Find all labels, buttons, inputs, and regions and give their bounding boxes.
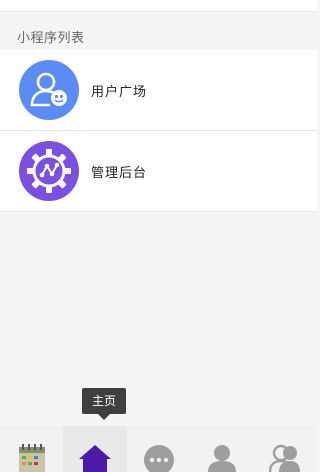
chat-bubble-icon <box>143 444 175 472</box>
calendar-app-icon <box>17 444 47 472</box>
app-list: 用户广场 管理后台 <box>0 50 317 212</box>
section-title: 小程序列表 <box>17 31 85 46</box>
home-tooltip: 主页 <box>82 388 126 420</box>
list-item-admin[interactable]: 管理后台 <box>0 131 317 212</box>
bottom-tab-bar <box>0 426 317 472</box>
list-item-user-square[interactable]: 用户广场 <box>0 50 317 131</box>
app-label: 用户广场 <box>91 84 148 100</box>
tab-calendar[interactable] <box>0 426 63 472</box>
tab-contacts[interactable] <box>254 426 317 472</box>
page: 小程序列表 用户广场 管理后台 主页 <box>0 0 317 472</box>
top-bar <box>0 0 317 12</box>
group-icon <box>269 444 301 472</box>
admin-gear-icon <box>19 141 79 201</box>
app-label: 管理后台 <box>91 165 148 181</box>
tab-messages[interactable] <box>127 426 190 472</box>
tab-home[interactable] <box>63 426 127 472</box>
tab-profile[interactable] <box>190 426 253 472</box>
person-icon <box>206 444 238 472</box>
user-square-icon <box>19 60 79 120</box>
home-icon <box>78 444 112 472</box>
